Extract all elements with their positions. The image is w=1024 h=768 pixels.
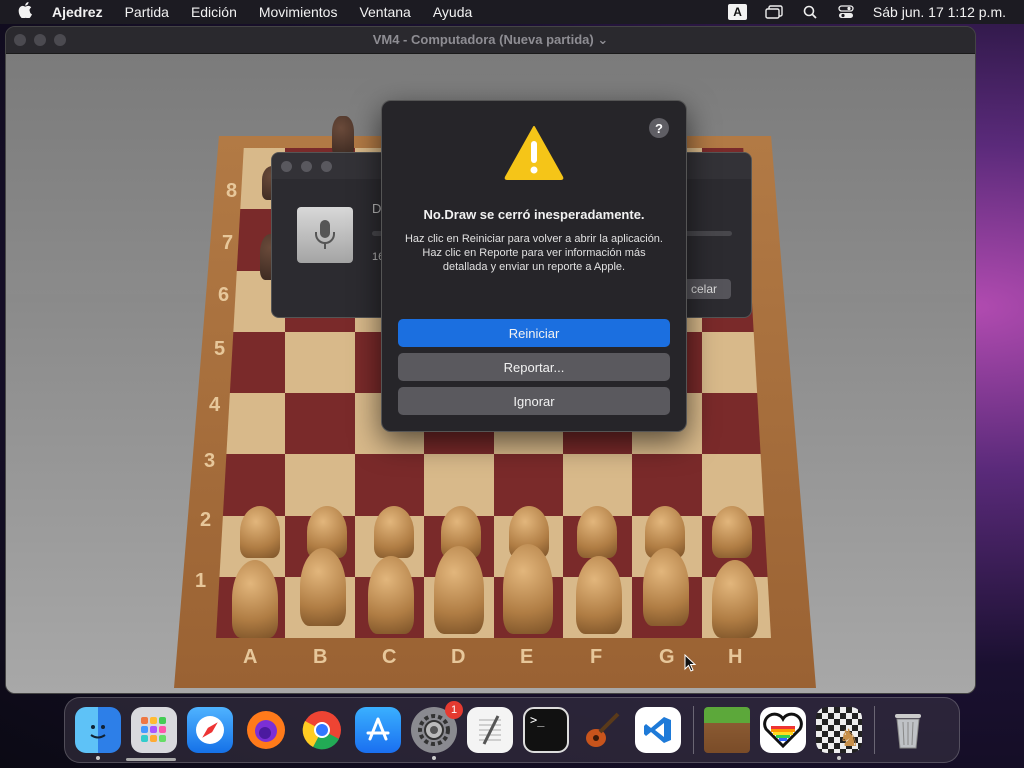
file-label: H bbox=[728, 646, 743, 668]
window-title: VM4 - Computadora (Nueva partida) ⌄ bbox=[372, 32, 609, 47]
file-label: D bbox=[451, 646, 466, 668]
menu-movimientos[interactable]: Movimientos bbox=[259, 4, 338, 20]
pixel-heart-icon[interactable] bbox=[760, 707, 806, 753]
mouse-pointer-icon bbox=[684, 653, 698, 672]
input-source-indicator[interactable]: A bbox=[728, 4, 747, 20]
crash-alert-dialog: ? No.Draw se cerró inesperadamente. Haz … bbox=[381, 100, 687, 432]
rank-label: 4 bbox=[209, 394, 221, 416]
board-square[interactable] bbox=[216, 454, 286, 516]
file-label: B bbox=[313, 646, 328, 668]
chrome-icon[interactable] bbox=[299, 707, 345, 753]
chess-icon[interactable]: ♞ bbox=[816, 707, 862, 760]
zoom-button[interactable] bbox=[321, 160, 332, 172]
grass-block-icon[interactable] bbox=[704, 707, 750, 753]
rank-label: 6 bbox=[218, 284, 230, 306]
warning-icon bbox=[504, 125, 564, 181]
board-square[interactable] bbox=[285, 331, 355, 393]
white-rook-piece[interactable] bbox=[712, 560, 758, 638]
ignore-button[interactable]: Ignorar bbox=[398, 387, 670, 415]
notepad-icon[interactable] bbox=[467, 707, 513, 753]
white-pawn-piece[interactable] bbox=[374, 506, 414, 558]
window-overview-icon[interactable] bbox=[765, 5, 783, 19]
notification-badge: 1 bbox=[445, 701, 463, 719]
search-icon[interactable] bbox=[801, 5, 819, 19]
dock: 1 >_ ♞ bbox=[64, 697, 960, 763]
white-king-piece[interactable] bbox=[503, 544, 553, 634]
rank-label: 7 bbox=[222, 232, 234, 254]
rank-label: 5 bbox=[214, 338, 226, 360]
board-square[interactable] bbox=[285, 393, 355, 455]
apple-menu-icon[interactable] bbox=[18, 1, 36, 23]
safari-icon[interactable] bbox=[187, 707, 233, 753]
window-titlebar[interactable]: VM4 - Computadora (Nueva partida) ⌄ bbox=[6, 27, 975, 54]
menu-partida[interactable]: Partida bbox=[125, 4, 169, 20]
trash-icon[interactable] bbox=[885, 707, 931, 753]
guitar-icon[interactable] bbox=[579, 707, 625, 753]
alert-title: No.Draw se cerró inesperadamente. bbox=[423, 207, 645, 222]
running-indicator bbox=[96, 756, 100, 760]
white-bishop-piece[interactable] bbox=[576, 556, 622, 634]
microphone-icon bbox=[297, 207, 353, 263]
menu-clock[interactable]: Sáb jun. 17 1:12 p.m. bbox=[873, 4, 1006, 20]
white-rook-piece[interactable] bbox=[232, 560, 278, 638]
launchpad-icon[interactable] bbox=[131, 707, 177, 753]
control-center-icon[interactable] bbox=[837, 5, 855, 19]
white-knight-piece[interactable] bbox=[300, 548, 346, 626]
chevron-down-icon[interactable]: ⌄ bbox=[597, 32, 608, 47]
dock-scroll-indicator bbox=[126, 758, 176, 761]
terminal-icon[interactable]: >_ bbox=[523, 707, 569, 753]
white-pawn-piece[interactable] bbox=[240, 506, 280, 558]
alert-message: Haz clic en Reiniciar para volver a abri… bbox=[404, 233, 663, 273]
running-indicator bbox=[432, 756, 436, 760]
dock-separator bbox=[874, 706, 875, 754]
dictation-text: D bbox=[372, 201, 382, 216]
white-bishop-piece[interactable] bbox=[368, 556, 414, 634]
file-label: F bbox=[590, 646, 603, 668]
menu-bar: Ajedrez Partida Edición Movimientos Vent… bbox=[0, 0, 1024, 24]
restart-button[interactable]: Reiniciar bbox=[398, 319, 670, 347]
menu-ayuda[interactable]: Ayuda bbox=[433, 4, 472, 20]
running-indicator bbox=[837, 756, 841, 760]
file-label: C bbox=[382, 646, 397, 668]
file-label: E bbox=[520, 646, 534, 668]
rank-label: 2 bbox=[200, 509, 212, 531]
menu-ventana[interactable]: Ventana bbox=[359, 4, 410, 20]
white-queen-piece[interactable] bbox=[434, 546, 484, 634]
white-knight-piece[interactable] bbox=[643, 548, 689, 626]
white-pawn-piece[interactable] bbox=[712, 506, 752, 558]
close-button[interactable] bbox=[281, 160, 292, 172]
gear-icon[interactable]: 1 bbox=[411, 701, 463, 760]
firefox-icon[interactable] bbox=[243, 707, 289, 753]
help-button[interactable]: ? bbox=[649, 118, 669, 138]
minimize-button[interactable] bbox=[301, 160, 312, 172]
white-pawn-piece[interactable] bbox=[577, 506, 617, 558]
report-button[interactable]: Reportar... bbox=[398, 353, 670, 381]
vscode-icon[interactable] bbox=[635, 707, 681, 753]
menu-edicion[interactable]: Edición bbox=[191, 4, 237, 20]
finder-icon[interactable] bbox=[75, 707, 121, 760]
file-label: G bbox=[659, 646, 675, 668]
file-label: A bbox=[243, 646, 258, 668]
rank-label: 1 bbox=[195, 570, 207, 592]
rank-label: 3 bbox=[204, 450, 216, 472]
rank-label: 8 bbox=[226, 180, 238, 202]
dock-separator bbox=[693, 706, 694, 754]
black-king-piece[interactable] bbox=[332, 116, 354, 156]
menu-app-name[interactable]: Ajedrez bbox=[52, 4, 103, 20]
app-store-icon[interactable] bbox=[355, 707, 401, 753]
